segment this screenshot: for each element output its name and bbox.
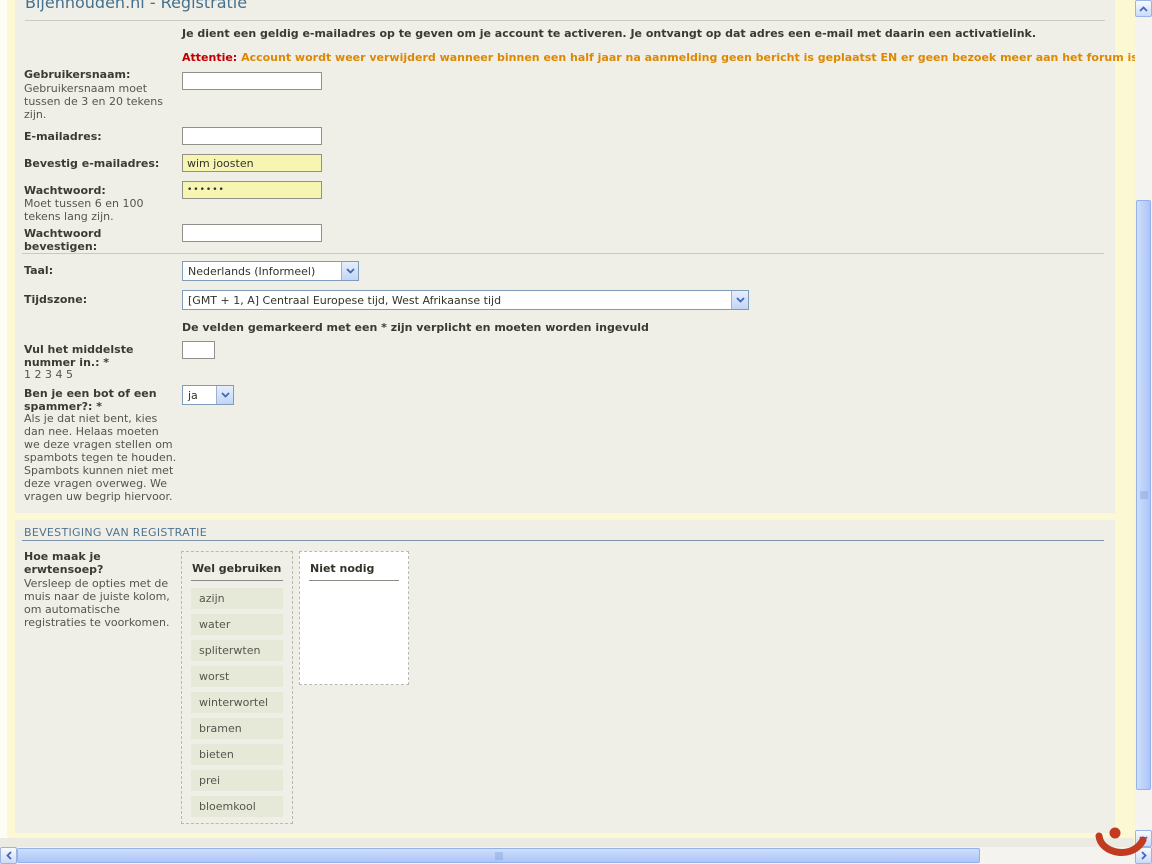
captcha-input[interactable] bbox=[182, 341, 215, 359]
timezone-select-value: [GMT + 1, A] Centraal Europese tijd, Wes… bbox=[183, 294, 731, 307]
username-label: Gebruikersnaam: bbox=[24, 68, 178, 81]
drag-item-winterwortel[interactable]: winterwortel bbox=[191, 692, 283, 713]
required-note: De velden gemarkeerd met een * zijn verp… bbox=[182, 321, 649, 334]
drag-column-not-needed[interactable]: Niet nodig bbox=[299, 551, 409, 685]
form-divider bbox=[22, 253, 1104, 254]
timezone-label: Tijdszone: bbox=[24, 293, 178, 306]
language-select-value: Nederlands (Informeel) bbox=[183, 265, 341, 278]
drag-item-bloemkool[interactable]: bloemkool bbox=[191, 796, 283, 817]
drag-item-prei[interactable]: prei bbox=[191, 770, 283, 791]
registration-panel bbox=[15, 0, 1115, 513]
drag-item-bramen[interactable]: bramen bbox=[191, 718, 283, 739]
drag-column-not-needed-header: Niet nodig bbox=[309, 560, 399, 581]
confirmation-section-divider bbox=[22, 540, 1104, 541]
scroll-up-icon[interactable] bbox=[1135, 0, 1152, 17]
drag-item-worst[interactable]: worst bbox=[191, 666, 283, 687]
drag-item-bieten[interactable]: bieten bbox=[191, 744, 283, 765]
scrollbar-grip bbox=[495, 852, 502, 860]
password-help: Moet tussen 6 en 100 tekens lang zijn. bbox=[24, 197, 178, 223]
language-label: Taal: bbox=[24, 264, 178, 277]
page-left-edge bbox=[0, 0, 7, 847]
timezone-select[interactable]: [GMT + 1, A] Centraal Europese tijd, Wes… bbox=[182, 290, 749, 310]
drag-item-water[interactable]: water bbox=[191, 614, 283, 635]
horizontal-scrollbar-thumb[interactable] bbox=[17, 848, 980, 863]
soup-question-label: Hoe maak je erwtensoep? bbox=[24, 550, 178, 576]
horizontal-scrollbar[interactable] bbox=[0, 847, 1152, 864]
drag-item-azijn[interactable]: azijn bbox=[191, 588, 283, 609]
smiley-logo-icon bbox=[1093, 822, 1151, 864]
bot-question-select[interactable]: ja bbox=[182, 385, 234, 405]
drag-column-use[interactable]: Wel gebruiken azijn water spliterwten wo… bbox=[181, 551, 293, 824]
chevron-down-icon[interactable] bbox=[216, 386, 233, 404]
attention-text: Attentie: Account wordt weer verwijderd … bbox=[182, 51, 1152, 64]
password-confirm-label: Wachtwoord bevestigen: bbox=[24, 227, 178, 253]
confirmation-panel bbox=[15, 520, 1115, 833]
password-confirm-input[interactable] bbox=[182, 224, 322, 242]
confirmation-section-header: BEVESTIGING VAN REGISTRATIE bbox=[24, 526, 207, 539]
vertical-scrollbar-thumb[interactable] bbox=[1136, 200, 1151, 790]
attention-message: Account wordt weer verwijderd wanneer bi… bbox=[241, 51, 1152, 64]
bot-select-value: ja bbox=[183, 389, 216, 402]
password-input[interactable] bbox=[182, 181, 322, 199]
username-input[interactable] bbox=[182, 72, 322, 90]
page-bottom-edge bbox=[0, 838, 1134, 847]
captcha-label: Vul het middelste nummer in.: * bbox=[24, 343, 178, 369]
scroll-left-icon[interactable] bbox=[0, 847, 17, 864]
language-select[interactable]: Nederlands (Informeel) bbox=[182, 261, 359, 281]
drag-item-spliterwten[interactable]: spliterwten bbox=[191, 640, 283, 661]
vertical-scrollbar[interactable] bbox=[1135, 0, 1152, 847]
soup-question-help: Versleep de opties met de muis naar de j… bbox=[24, 577, 178, 629]
password-label: Wachtwoord: bbox=[24, 184, 178, 197]
scrollbar-grip bbox=[1140, 492, 1148, 499]
email-label: E-mailadres: bbox=[24, 130, 178, 143]
title-divider bbox=[25, 20, 1105, 21]
page-title: Bijenhouden.nl - Registratie bbox=[25, 0, 247, 12]
username-help: Gebruikersnaam moet tussen de 3 en 20 te… bbox=[24, 82, 178, 121]
bot-question-help: Als je dat niet bent, kies dan nee. Hela… bbox=[24, 412, 178, 503]
email-input[interactable] bbox=[182, 127, 322, 145]
captcha-digits: 1 2 3 4 5 bbox=[24, 368, 178, 381]
email-confirm-input[interactable] bbox=[182, 154, 322, 172]
email-confirm-label: Bevestig e-mailadres: bbox=[24, 157, 178, 170]
chevron-down-icon[interactable] bbox=[731, 291, 748, 309]
intro-text: Je dient een geldig e-mailadres op te ge… bbox=[182, 27, 1036, 40]
drag-column-use-header: Wel gebruiken bbox=[191, 560, 283, 581]
bot-question-label: Ben je een bot of een spammer?: * bbox=[24, 387, 178, 413]
chevron-down-icon[interactable] bbox=[341, 262, 358, 280]
attention-label: Attentie: bbox=[182, 51, 237, 64]
